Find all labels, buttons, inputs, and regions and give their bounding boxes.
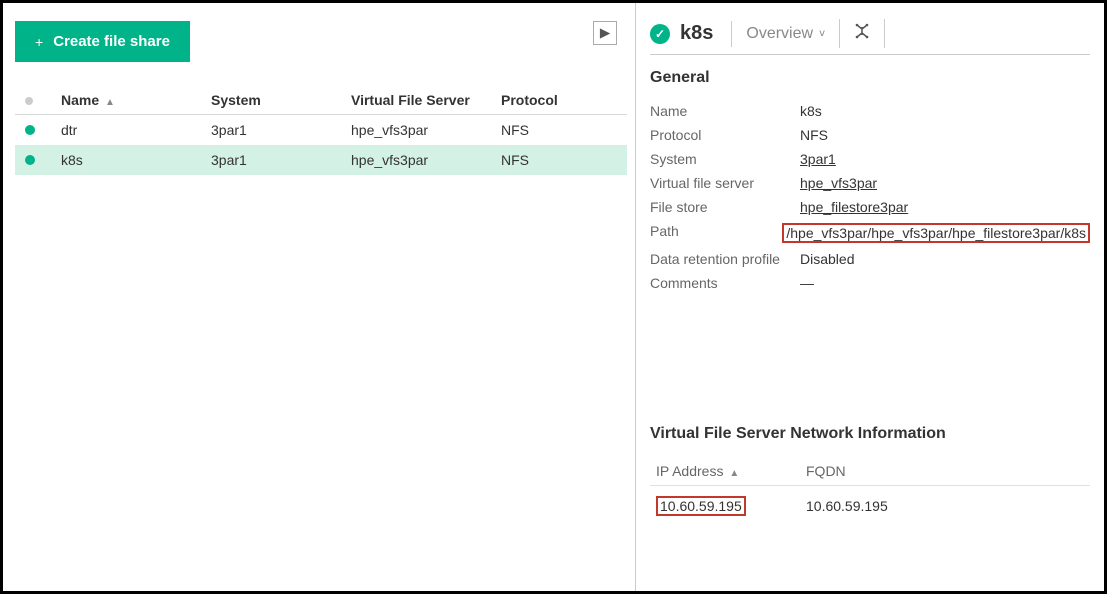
- detail-panel: ✓ k8s Overview ⅴ General Namek8s Protoco…: [636, 3, 1104, 591]
- table-row[interactable]: dtr 3par1 hpe_vfs3par NFS: [15, 115, 627, 146]
- sort-asc-icon: ▲: [729, 468, 739, 479]
- header-fqdn[interactable]: FQDN: [800, 457, 1090, 486]
- status-ok-icon: ✓: [650, 24, 670, 44]
- status-ok-icon: [25, 125, 35, 135]
- create-file-share-button[interactable]: + Create file share: [15, 21, 190, 62]
- cell-ip: 10.60.59.195: [656, 496, 746, 516]
- label-name: Name: [650, 103, 800, 119]
- create-button-label: Create file share: [53, 33, 170, 50]
- cell-system: 3par1: [201, 115, 341, 146]
- label-filestore: File store: [650, 199, 800, 215]
- value-comments: —: [800, 275, 814, 291]
- label-comments: Comments: [650, 275, 800, 291]
- plus-icon: +: [35, 34, 43, 50]
- value-retention: Disabled: [800, 251, 854, 267]
- label-path: Path: [650, 223, 782, 243]
- cell-name: dtr: [51, 115, 201, 146]
- table-row[interactable]: 10.60.59.195 10.60.59.195: [650, 486, 1090, 523]
- table-row[interactable]: k8s 3par1 hpe_vfs3par NFS: [15, 145, 627, 175]
- value-system[interactable]: 3par1: [800, 151, 836, 167]
- label-system: System: [650, 151, 800, 167]
- cell-system: 3par1: [201, 145, 341, 175]
- cell-fqdn: 10.60.59.195: [800, 486, 1090, 523]
- cell-name: k8s: [51, 145, 201, 175]
- section-general-title: General: [650, 69, 1090, 87]
- file-shares-panel: + Create file share ▶ Name ▲ System Virt…: [3, 3, 636, 591]
- header-protocol[interactable]: Protocol: [491, 86, 627, 115]
- value-filestore[interactable]: hpe_filestore3par: [800, 199, 908, 215]
- header-name[interactable]: Name ▲: [51, 86, 201, 115]
- cell-vfs: hpe_vfs3par: [341, 115, 491, 146]
- value-protocol: NFS: [800, 127, 828, 143]
- value-name: k8s: [800, 103, 822, 119]
- header-ip[interactable]: IP Address ▲: [650, 457, 800, 486]
- tab-overview[interactable]: Overview ⅴ: [731, 21, 839, 47]
- label-vfs: Virtual file server: [650, 175, 800, 191]
- file-shares-table: Name ▲ System Virtual File Server Protoc…: [15, 86, 627, 175]
- status-ok-icon: [25, 155, 35, 165]
- detail-title: k8s: [680, 22, 713, 45]
- cell-vfs: hpe_vfs3par: [341, 145, 491, 175]
- value-path: /hpe_vfs3par/hpe_vfs3par/hpe_filestore3p…: [782, 223, 1090, 243]
- section-network-title: Virtual File Server Network Information: [650, 425, 1090, 443]
- chevron-down-icon: ⅴ: [819, 28, 825, 39]
- header-system[interactable]: System: [201, 86, 341, 115]
- cell-protocol: NFS: [491, 115, 627, 146]
- label-retention: Data retention profile: [650, 251, 800, 267]
- play-icon: ▶: [600, 25, 610, 41]
- value-vfs[interactable]: hpe_vfs3par: [800, 175, 877, 191]
- play-icon-button[interactable]: ▶: [593, 21, 617, 45]
- network-table: IP Address ▲ FQDN 10.60.59.195 10.60.59.…: [650, 457, 1090, 522]
- header-vfs[interactable]: Virtual File Server: [341, 86, 491, 115]
- actions-icon[interactable]: [839, 19, 885, 48]
- detail-header: ✓ k8s Overview ⅴ: [650, 19, 1090, 55]
- cell-protocol: NFS: [491, 145, 627, 175]
- label-protocol: Protocol: [650, 127, 800, 143]
- sort-asc-icon: ▲: [105, 97, 115, 108]
- status-header-icon: [25, 97, 33, 105]
